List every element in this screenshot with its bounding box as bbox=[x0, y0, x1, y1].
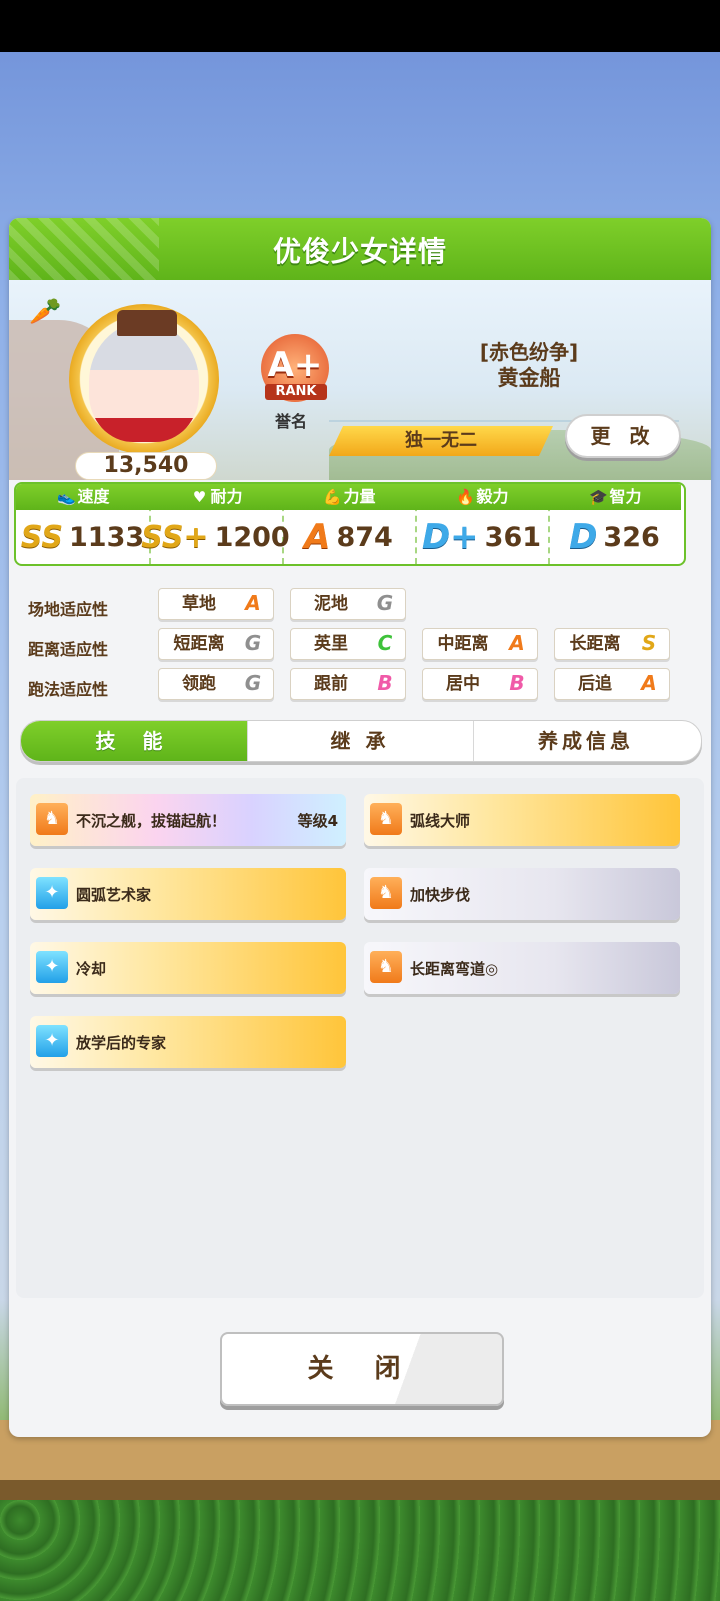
stats-table: 👟 速度 SS 1133 ♥ 耐力 SS+ 1200 💪 力量 A 874 🔥 毅力 D+ 36… bbox=[14, 482, 686, 566]
detail-tabs: 技 能 继 承 养成信息 bbox=[20, 720, 702, 762]
horse-icon: ♞ bbox=[370, 951, 402, 983]
change-button[interactable]: 更 改 bbox=[565, 414, 681, 458]
stat-label: 毅力 bbox=[476, 487, 509, 506]
profile-section: 🥕 13,540 A+ RANK 誉名 [赤色纷争] 黄金船 独一无二 更 改 bbox=[9, 280, 711, 480]
aptitude-distance-label: 距离适应性 bbox=[28, 640, 109, 659]
rank-label: 誉名 bbox=[275, 412, 308, 431]
aptitude-style-label: 跑法适应性 bbox=[28, 680, 109, 699]
rank-badge: A+ RANK bbox=[261, 334, 331, 404]
skill-item[interactable]: ♞ 加快步伐 bbox=[364, 868, 680, 920]
cap-icon: 🎓 bbox=[589, 488, 608, 506]
aptitude-chip: 英里 C bbox=[290, 628, 406, 660]
unique-title-banner: 独一无二 bbox=[329, 426, 553, 456]
sparkle-icon: ✦ bbox=[36, 951, 68, 983]
stat-value: 874 bbox=[336, 521, 393, 553]
muscle-icon: 💪 bbox=[323, 488, 342, 506]
horse-icon: ♞ bbox=[36, 803, 68, 835]
character-name: 黄金船 bbox=[497, 366, 561, 390]
stat-power: 💪 力量 A 874 bbox=[282, 484, 417, 564]
horse-icon: ♞ bbox=[370, 877, 402, 909]
skills-list: ♞ 不沉之舰，拔锚起航！ 等级4 ♞ 弧线大师 ✦ 圆弧艺术家 ♞ 加快步伐 ✦… bbox=[16, 778, 704, 1298]
stat-wisdom: 🎓 智力 D 326 bbox=[548, 484, 681, 564]
skill-item[interactable]: ♞ 长距离弯道◎ bbox=[364, 942, 680, 994]
character-avatar[interactable] bbox=[69, 304, 219, 454]
stat-speed: 👟 速度 SS 1133 bbox=[16, 484, 151, 564]
stat-label: 力量 bbox=[343, 487, 376, 506]
tab-skills[interactable]: 技 能 bbox=[21, 721, 248, 761]
stat-label: 耐力 bbox=[210, 487, 243, 506]
sparkle-icon: ✦ bbox=[36, 877, 68, 909]
stat-grade: A bbox=[304, 517, 331, 557]
skill-level: 等级4 bbox=[297, 812, 338, 830]
aptitude-chip: 短距离 G bbox=[158, 628, 274, 660]
aptitude-track-label: 场地适应性 bbox=[28, 600, 109, 619]
skill-item[interactable]: ♞ 不沉之舰，拔锚起航！ 等级4 bbox=[30, 794, 346, 846]
stat-value: 361 bbox=[484, 521, 542, 553]
stat-label: 速度 bbox=[77, 487, 110, 506]
stat-value: 326 bbox=[603, 521, 660, 553]
aptitude-chip: 跟前 B bbox=[290, 668, 406, 700]
fan-count: 13,540 bbox=[75, 452, 217, 480]
character-portrait bbox=[89, 322, 199, 442]
status-bar bbox=[0, 0, 720, 52]
tab-training-info[interactable]: 养成信息 bbox=[473, 721, 699, 761]
character-epithet: [赤色纷争] bbox=[479, 340, 579, 364]
skill-item[interactable]: ✦ 冷却 bbox=[30, 942, 346, 994]
stat-guts: 🔥 毅力 D+ 361 bbox=[415, 484, 550, 564]
skill-item[interactable]: ✦ 放学后的专家 bbox=[30, 1016, 346, 1068]
skill-item[interactable]: ✦ 圆弧艺术家 bbox=[30, 868, 346, 920]
aptitude-chip: 长距离 S bbox=[554, 628, 670, 660]
rank-word: RANK bbox=[265, 384, 327, 400]
stat-grade: SS+ bbox=[141, 519, 209, 555]
aptitude-chip: 居中 B bbox=[422, 668, 538, 700]
stat-label: 智力 bbox=[609, 487, 642, 506]
heart-icon: ♥ bbox=[192, 488, 207, 506]
stat-value: 1133 bbox=[69, 521, 145, 553]
stat-grade: SS bbox=[20, 519, 63, 555]
close-button[interactable]: 关 闭 bbox=[220, 1332, 504, 1406]
flame-icon: 🔥 bbox=[456, 488, 475, 506]
skill-item[interactable]: ♞ 弧线大师 bbox=[364, 794, 680, 846]
carrot-icon: 🥕 bbox=[29, 297, 62, 327]
aptitude-chip: 领跑 G bbox=[158, 668, 274, 700]
stat-grade: D+ bbox=[421, 517, 479, 557]
tab-inheritance[interactable]: 继 承 bbox=[247, 721, 474, 761]
aptitude-chip: 中距离 A bbox=[422, 628, 538, 660]
shoe-icon: 👟 bbox=[57, 488, 76, 506]
aptitude-chip: 后追 A bbox=[554, 668, 670, 700]
panel-title: 优俊少女详情 bbox=[272, 235, 447, 268]
panel-header: 优俊少女详情 bbox=[9, 218, 711, 280]
aptitude-chip: 泥地 G bbox=[290, 588, 406, 620]
background-hedge bbox=[0, 1500, 720, 1601]
character-hat bbox=[117, 310, 177, 336]
stat-stamina: ♥ 耐力 SS+ 1200 bbox=[141, 484, 290, 564]
aptitude-chip: 草地 A bbox=[158, 588, 274, 620]
stat-grade: D bbox=[569, 517, 598, 557]
stat-value: 1200 bbox=[214, 521, 290, 553]
sparkle-icon: ✦ bbox=[36, 1025, 68, 1057]
horse-icon: ♞ bbox=[370, 803, 402, 835]
